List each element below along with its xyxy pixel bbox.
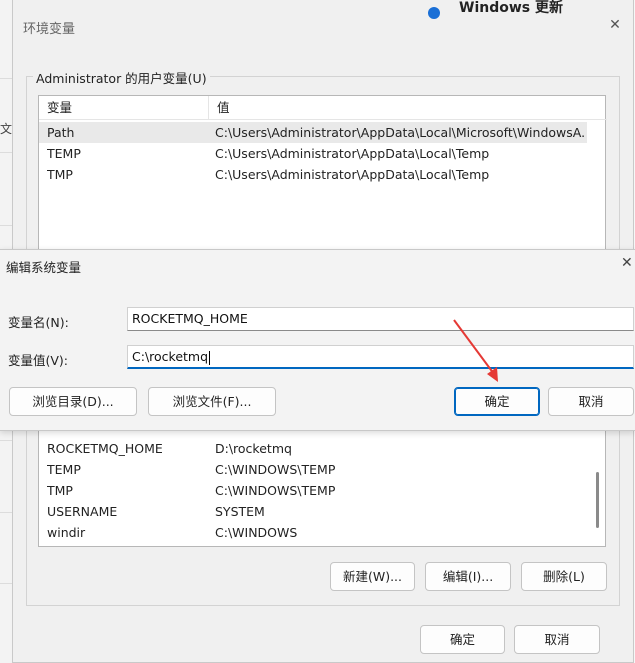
scrollbar[interactable] <box>596 472 599 528</box>
variable-name: USERNAME <box>47 504 118 519</box>
variable-name: Path <box>47 125 75 140</box>
dialog-close-icon[interactable]: ✕ <box>621 255 633 271</box>
dialog-title: 编辑系统变量 <box>6 260 82 275</box>
column-header-value[interactable]: 值 <box>209 96 607 120</box>
variable-name-label: 变量名(N): <box>8 315 69 330</box>
dialog-cancel-button[interactable]: 取消 <box>548 387 634 416</box>
variable-name: TEMP <box>47 146 81 161</box>
text-caret <box>209 350 211 365</box>
edit-variable-button[interactable]: 编辑(I)... <box>425 562 511 591</box>
variable-name: TMP <box>47 483 73 498</box>
variable-value: SYSTEM <box>215 504 265 519</box>
variable-value-input[interactable]: C:\rocketmq <box>127 345 634 369</box>
variable-value-text: C:\rocketmq <box>132 349 209 364</box>
table-row[interactable]: TEMP C:\WINDOWS\TEMP <box>39 459 587 480</box>
table-row[interactable]: TMP C:\WINDOWS\TEMP <box>39 480 587 501</box>
windows-update-label: Windows 更新 <box>459 0 563 16</box>
table-row[interactable]: Path C:\Users\Administrator\AppData\Loca… <box>39 122 587 143</box>
user-variables-label: Administrator 的用户变量(U) <box>33 68 210 87</box>
table-row[interactable]: windir C:\WINDOWS <box>39 522 587 543</box>
browse-directory-button[interactable]: 浏览目录(D)... <box>9 387 137 416</box>
variable-value: C:\WINDOWS\TEMP <box>215 462 336 477</box>
variable-value: C:\Users\Administrator\AppData\Local\Tem… <box>215 146 490 161</box>
delete-variable-button[interactable]: 删除(L) <box>521 562 607 591</box>
variable-value: C:\Users\Administrator\AppData\Local\Mic… <box>215 125 585 140</box>
table-row[interactable]: ROCKETMQ_HOME D:\rocketmq <box>39 438 587 459</box>
variable-name-input[interactable]: ROCKETMQ_HOME <box>127 307 634 331</box>
system-variables-list[interactable]: ROCKETMQ_HOME D:\rocketmq TEMP C:\WINDOW… <box>38 425 606 547</box>
cancel-button[interactable]: 取消 <box>514 625 600 654</box>
variable-value-label: 变量值(V): <box>8 353 69 368</box>
variable-value: C:\Users\Administrator\AppData\Local\Tem… <box>215 167 490 182</box>
ok-button[interactable]: 确定 <box>420 625 505 654</box>
user-variables-list[interactable]: 变量 值 Path C:\Users\Administrator\AppData… <box>38 95 607 265</box>
windows-update-icon <box>428 7 440 19</box>
dialog-ok-button[interactable]: 确定 <box>454 387 540 416</box>
browse-file-button[interactable]: 浏览文件(F)... <box>148 387 276 416</box>
variable-value: C:\WINDOWS\TEMP <box>215 483 336 498</box>
variable-name: windir <box>47 525 86 540</box>
window-title: 环境变量 <box>23 22 76 37</box>
variable-name: ROCKETMQ_HOME <box>47 441 163 456</box>
variable-name: TEMP <box>47 462 81 477</box>
new-variable-button[interactable]: 新建(W)... <box>330 562 415 591</box>
variable-value: D:\rocketmq <box>215 441 292 456</box>
table-row[interactable]: TEMP C:\Users\Administrator\AppData\Loca… <box>39 143 587 164</box>
variable-name: TMP <box>47 167 73 182</box>
table-row[interactable]: USERNAME SYSTEM <box>39 501 587 522</box>
table-row[interactable]: TMP C:\Users\Administrator\AppData\Local… <box>39 164 587 185</box>
variable-value: C:\WINDOWS <box>215 525 298 540</box>
column-header-name[interactable]: 变量 <box>39 96 209 120</box>
close-icon[interactable]: ✕ <box>606 16 624 34</box>
edit-system-variable-dialog: 编辑系统变量 ✕ 变量名(N): ROCKETMQ_HOME 变量值(V): C… <box>0 249 635 431</box>
